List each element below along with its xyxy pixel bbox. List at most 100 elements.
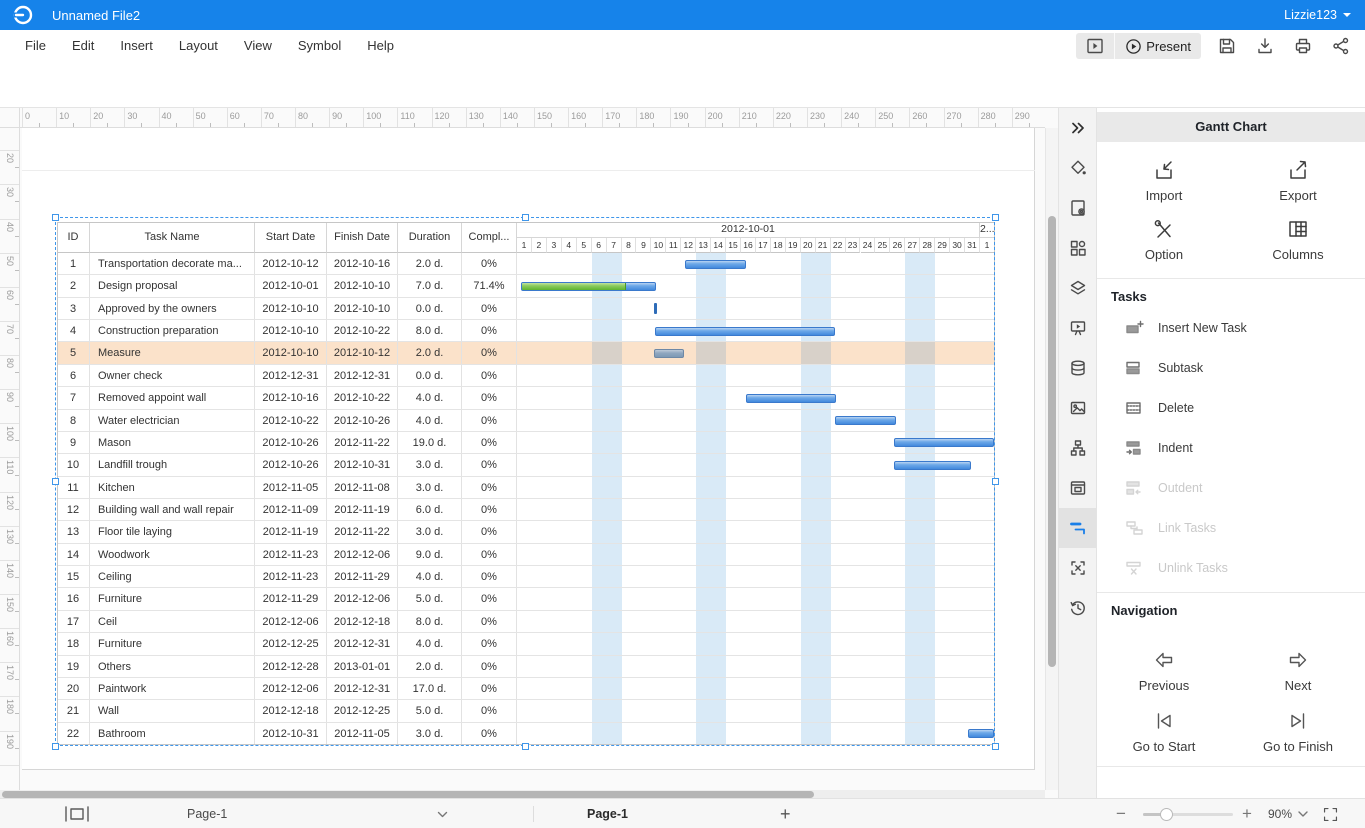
component-library-icon[interactable] — [1059, 228, 1097, 268]
add-page-button[interactable]: + — [780, 799, 791, 828]
task-cell-start-date[interactable]: 2012-12-06 — [255, 678, 327, 700]
task-cell-name[interactable]: Ceil — [90, 611, 255, 633]
task-cell-id[interactable]: 19 — [57, 656, 90, 678]
task-cell-start-date[interactable]: 2012-11-29 — [255, 588, 327, 610]
task-cell-complete[interactable]: 0% — [462, 566, 517, 588]
gantt-chart-object[interactable]: 2012-10-012...12345678910111213141516171… — [20, 128, 1045, 790]
selection-handle[interactable] — [992, 743, 999, 750]
task-cell-id[interactable]: 15 — [57, 566, 90, 588]
subtask-button[interactable]: Subtask — [1097, 348, 1365, 388]
task-cell-name[interactable]: Furniture — [90, 588, 255, 610]
task-cell-duration[interactable]: 8.0 d. — [398, 320, 462, 342]
selection-handle[interactable] — [522, 743, 529, 750]
task-cell-duration[interactable]: 4.0 d. — [398, 410, 462, 432]
active-page-tab[interactable]: Page-1 — [587, 799, 628, 828]
task-cell-id[interactable]: 20 — [57, 678, 90, 700]
task-cell-complete[interactable]: 71.4% — [462, 275, 517, 297]
zoom-level-chevron[interactable] — [1298, 799, 1308, 828]
picture-icon[interactable] — [1059, 388, 1097, 428]
page-settings-icon[interactable] — [1059, 188, 1097, 228]
task-cell-start-date[interactable]: 2012-10-10 — [255, 298, 327, 320]
task-cell-complete[interactable]: 0% — [462, 678, 517, 700]
task-cell-duration[interactable]: 4.0 d. — [398, 387, 462, 409]
task-cell-finish-date[interactable]: 2012-10-16 — [327, 253, 398, 275]
menu-file[interactable]: File — [12, 30, 59, 62]
task-cell-complete[interactable]: 0% — [462, 342, 517, 364]
task-cell-duration[interactable]: 3.0 d. — [398, 477, 462, 499]
task-cell-complete[interactable]: 0% — [462, 298, 517, 320]
zoom-slider[interactable] — [1143, 813, 1233, 816]
fill-style-icon[interactable] — [1059, 148, 1097, 188]
task-cell-start-date[interactable]: 2012-12-25 — [255, 633, 327, 655]
task-cell-start-date[interactable]: 2012-11-19 — [255, 521, 327, 543]
layers-icon[interactable] — [1059, 268, 1097, 308]
task-cell-start-date[interactable]: 2012-12-18 — [255, 700, 327, 722]
vertical-scrollbar-thumb[interactable] — [1048, 216, 1056, 667]
gantt-bar[interactable] — [968, 729, 994, 738]
task-cell-id[interactable]: 13 — [57, 521, 90, 543]
task-cell-start-date[interactable]: 2012-10-10 — [255, 320, 327, 342]
task-cell-id[interactable]: 1 — [57, 253, 90, 275]
task-cell-start-date[interactable]: 2012-10-16 — [255, 387, 327, 409]
task-cell-finish-date[interactable]: 2012-11-08 — [327, 477, 398, 499]
selection-handle[interactable] — [992, 478, 999, 485]
task-cell-finish-date[interactable]: 2012-10-31 — [327, 454, 398, 476]
task-cell-complete[interactable]: 0% — [462, 521, 517, 543]
task-cell-finish-date[interactable]: 2012-10-22 — [327, 387, 398, 409]
presentation-icon[interactable] — [1059, 308, 1097, 348]
task-cell-start-date[interactable]: 2012-10-01 — [255, 275, 327, 297]
task-cell-name[interactable]: Others — [90, 656, 255, 678]
task-cell-start-date[interactable]: 2012-10-31 — [255, 723, 327, 745]
task-cell-duration[interactable]: 17.0 d. — [398, 678, 462, 700]
task-cell-duration[interactable]: 6.0 d. — [398, 499, 462, 521]
zoom-slider-thumb[interactable] — [1160, 808, 1173, 821]
selection-handle[interactable] — [52, 478, 59, 485]
task-cell-finish-date[interactable]: 2012-12-31 — [327, 678, 398, 700]
task-cell-name[interactable]: Woodwork — [90, 544, 255, 566]
gantt-bar[interactable] — [894, 461, 971, 470]
task-cell-id[interactable]: 6 — [57, 365, 90, 387]
option-button[interactable]: Option — [1097, 217, 1231, 262]
task-cell-id[interactable]: 7 — [57, 387, 90, 409]
menu-view[interactable]: View — [231, 30, 285, 62]
task-cell-name[interactable]: Furniture — [90, 633, 255, 655]
task-cell-duration[interactable]: 3.0 d. — [398, 723, 462, 745]
structure-icon[interactable] — [1059, 428, 1097, 468]
task-cell-finish-date[interactable]: 2012-12-18 — [327, 611, 398, 633]
task-cell-start-date[interactable]: 2012-12-31 — [255, 365, 327, 387]
task-cell-name[interactable]: Paintwork — [90, 678, 255, 700]
gantt-bar[interactable] — [521, 282, 656, 291]
task-cell-duration[interactable]: 4.0 d. — [398, 566, 462, 588]
task-cell-id[interactable]: 4 — [57, 320, 90, 342]
slideshow-button[interactable] — [1076, 33, 1115, 59]
task-cell-id[interactable]: 10 — [57, 454, 90, 476]
task-cell-id[interactable]: 16 — [57, 588, 90, 610]
task-cell-name[interactable]: Building wall and wall repair — [90, 499, 255, 521]
task-cell-complete[interactable]: 0% — [462, 365, 517, 387]
task-cell-complete[interactable]: 0% — [462, 544, 517, 566]
selection-handle[interactable] — [52, 214, 59, 221]
task-cell-name[interactable]: Removed appoint wall — [90, 387, 255, 409]
task-cell-id[interactable]: 17 — [57, 611, 90, 633]
task-cell-id[interactable]: 2 — [57, 275, 90, 297]
menu-edit[interactable]: Edit — [59, 30, 107, 62]
milestone-marker[interactable] — [654, 303, 657, 314]
menu-help[interactable]: Help — [354, 30, 407, 62]
task-cell-name[interactable]: Mason — [90, 432, 255, 454]
task-cell-id[interactable]: 11 — [57, 477, 90, 499]
task-cell-duration[interactable]: 2.0 d. — [398, 253, 462, 275]
task-cell-name[interactable]: Bathroom — [90, 723, 255, 745]
task-cell-id[interactable]: 3 — [57, 298, 90, 320]
task-cell-complete[interactable]: 0% — [462, 499, 517, 521]
task-cell-id[interactable]: 18 — [57, 633, 90, 655]
task-cell-name[interactable]: Approved by the owners — [90, 298, 255, 320]
task-cell-id[interactable]: 12 — [57, 499, 90, 521]
go-to-start-button[interactable]: Go to Start — [1097, 709, 1231, 754]
gantt-bar[interactable] — [746, 394, 836, 403]
task-cell-start-date[interactable]: 2012-11-09 — [255, 499, 327, 521]
task-cell-finish-date[interactable]: 2012-12-25 — [327, 700, 398, 722]
zoom-out-button[interactable]: − — [1116, 799, 1126, 828]
task-cell-finish-date[interactable]: 2012-12-06 — [327, 588, 398, 610]
task-cell-duration[interactable]: 9.0 d. — [398, 544, 462, 566]
task-cell-id[interactable]: 22 — [57, 723, 90, 745]
